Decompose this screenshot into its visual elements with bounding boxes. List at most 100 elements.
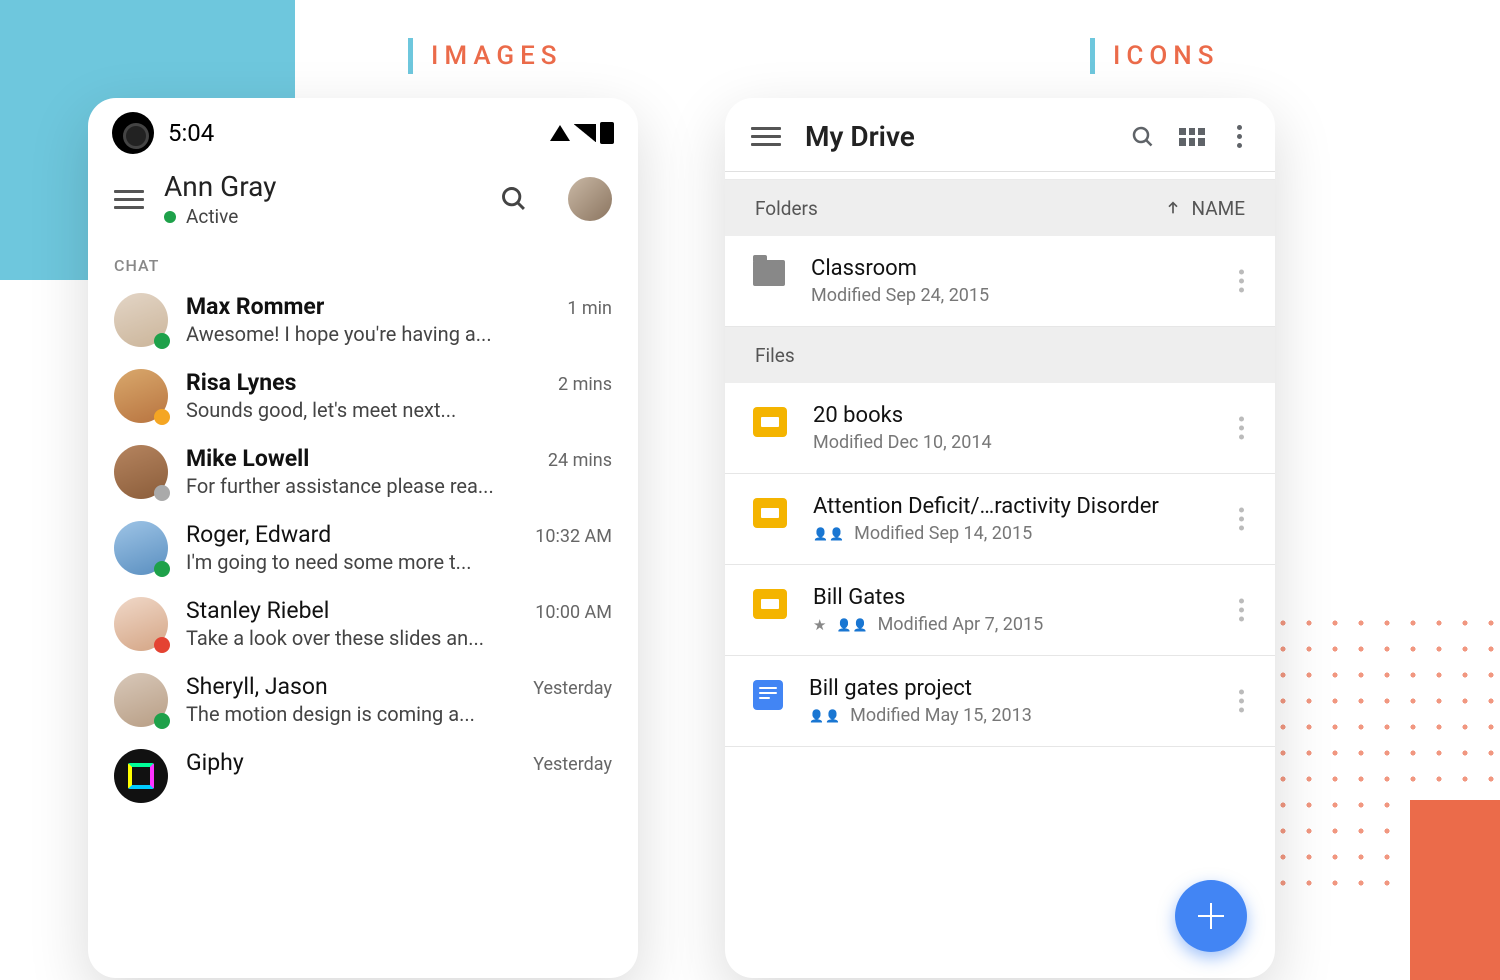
item-more-icon[interactable] xyxy=(1231,599,1251,622)
chat-preview: I'm going to need some more t... xyxy=(186,550,612,574)
chat-section-label: CHAT xyxy=(88,246,638,289)
item-name: Attention Deficit/…ractivity Disorder xyxy=(813,494,1247,519)
item-name: 20 books xyxy=(813,403,1247,428)
sort-label: NAME xyxy=(1191,197,1245,220)
presence-dot-icon xyxy=(164,211,176,223)
slides-icon xyxy=(753,498,787,528)
chat-preview: Sounds good, let's meet next... xyxy=(186,398,612,422)
chat-item[interactable]: Stanley Riebel 10:00 AM Take a look over t… xyxy=(88,593,638,669)
presence-indicator-icon xyxy=(154,333,170,349)
chat-name: Stanley Riebel xyxy=(186,597,329,624)
shared-icon: 👤 👤 xyxy=(809,709,840,723)
arrow-up-icon xyxy=(1165,200,1181,216)
search-icon[interactable] xyxy=(500,185,528,213)
chat-name: Max Rommer xyxy=(186,293,324,320)
search-icon[interactable] xyxy=(1131,125,1155,149)
item-name: Classroom xyxy=(811,256,1247,281)
chat-time: 10:32 AM xyxy=(535,526,612,547)
chat-name: Roger, Edward xyxy=(186,521,331,548)
chat-preview: For further assistance please rea... xyxy=(186,474,612,498)
file-item[interactable]: Bill Gates★👤 👤Modified Apr 7, 2015 xyxy=(725,565,1275,656)
item-more-icon[interactable] xyxy=(1231,508,1251,531)
chat-item[interactable]: Sheryll, Jason Yesterday The motion design… xyxy=(88,669,638,745)
chat-avatar xyxy=(114,445,168,499)
more-vert-icon[interactable] xyxy=(1229,125,1249,148)
chat-header: Ann Gray Active xyxy=(88,160,638,246)
heading-bar-icon xyxy=(408,38,413,74)
drive-title: My Drive xyxy=(805,120,1107,153)
files-section-header: Files xyxy=(725,327,1275,383)
chat-item[interactable]: Mike Lowell 24 mins For further assistance… xyxy=(88,441,638,517)
cell-signal-icon xyxy=(574,124,596,142)
fab-add-button[interactable] xyxy=(1175,880,1247,952)
sort-button[interactable]: NAME xyxy=(1165,197,1245,220)
slides-icon xyxy=(753,589,787,619)
heading-icons: ICONS xyxy=(1090,38,1219,74)
file-item[interactable]: Attention Deficit/…ractivity Disorder 👤 👤… xyxy=(725,474,1275,565)
drive-header: My Drive xyxy=(725,98,1275,172)
chat-phone: 5:04 Ann Gray Active CHAT Max Rommer 1 mi… xyxy=(88,98,638,978)
chat-name: Giphy xyxy=(186,749,244,776)
file-item[interactable]: Bill gates project 👤 👤Modified May 15, 20… xyxy=(725,656,1275,747)
heading-icons-text: ICONS xyxy=(1113,41,1219,71)
chat-status-text: Active xyxy=(186,205,238,228)
chat-time: 24 mins xyxy=(548,450,612,471)
presence-indicator-icon xyxy=(154,637,170,653)
chat-avatar xyxy=(114,521,168,575)
item-more-icon[interactable] xyxy=(1231,270,1251,293)
chat-item[interactable]: Giphy Yesterday xyxy=(88,745,638,821)
presence-indicator-icon xyxy=(154,409,170,425)
folders-section-header: Folders NAME xyxy=(725,180,1275,236)
star-icon: ★ xyxy=(813,616,826,634)
chat-time: 2 mins xyxy=(558,374,612,395)
shared-icon: 👤 👤 xyxy=(813,527,844,541)
chat-preview: The motion design is coming a... xyxy=(186,702,612,726)
file-item[interactable]: 20 books Modified Dec 10, 2014 xyxy=(725,383,1275,474)
decorative-orange-block xyxy=(1410,800,1500,980)
chat-name: Risa Lynes xyxy=(186,369,296,396)
chat-item[interactable]: Risa Lynes 2 mins Sounds good, let's meet … xyxy=(88,365,638,441)
heading-bar-icon xyxy=(1090,38,1095,74)
item-more-icon[interactable] xyxy=(1231,690,1251,713)
presence-indicator-icon xyxy=(154,485,170,501)
menu-icon[interactable] xyxy=(751,127,781,146)
chat-avatar xyxy=(114,369,168,423)
files-label: Files xyxy=(755,344,795,367)
item-meta: 👤 👤Modified Sep 14, 2015 xyxy=(813,523,1247,544)
item-name: Bill gates project xyxy=(809,676,1247,701)
chat-avatar xyxy=(114,673,168,727)
chat-preview: Take a look over these slides an... xyxy=(186,626,612,650)
folders-label: Folders xyxy=(755,197,818,220)
chat-header-status: Active xyxy=(164,205,480,228)
chat-name: Sheryll, Jason xyxy=(186,673,328,700)
chat-time: Yesterday xyxy=(533,678,612,699)
chat-name: Mike Lowell xyxy=(186,445,309,472)
item-meta: 👤 👤Modified May 15, 2013 xyxy=(809,705,1247,726)
item-meta: Modified Dec 10, 2014 xyxy=(813,432,1247,453)
folder-item[interactable]: Classroom Modified Sep 24, 2015 xyxy=(725,236,1275,327)
view-grid-icon[interactable] xyxy=(1179,128,1205,146)
chat-time: Yesterday xyxy=(533,754,612,775)
chat-avatar xyxy=(114,597,168,651)
chat-item[interactable]: Roger, Edward 10:32 AM I'm going to need s… xyxy=(88,517,638,593)
presence-indicator-icon xyxy=(154,713,170,729)
folder-icon xyxy=(753,260,785,286)
chat-avatar xyxy=(114,293,168,347)
camera-icon xyxy=(112,112,154,154)
heading-images: IMAGES xyxy=(408,38,563,74)
status-bar: 5:04 xyxy=(88,98,638,160)
slides-icon xyxy=(753,407,787,437)
menu-icon[interactable] xyxy=(114,190,144,209)
heading-images-text: IMAGES xyxy=(431,41,563,71)
chat-time: 10:00 AM xyxy=(535,602,612,623)
chat-item[interactable]: Max Rommer 1 min Awesome! I hope you're ha… xyxy=(88,289,638,365)
chat-preview: Awesome! I hope you're having a... xyxy=(186,322,612,346)
chat-avatar xyxy=(114,749,168,803)
shared-icon: 👤 👤 xyxy=(836,618,867,632)
item-name: Bill Gates xyxy=(813,585,1247,610)
chat-time: 1 min xyxy=(567,298,612,319)
item-meta: Modified Sep 24, 2015 xyxy=(811,285,1247,306)
battery-icon xyxy=(600,122,614,144)
item-more-icon[interactable] xyxy=(1231,417,1251,440)
user-avatar[interactable] xyxy=(568,177,612,221)
